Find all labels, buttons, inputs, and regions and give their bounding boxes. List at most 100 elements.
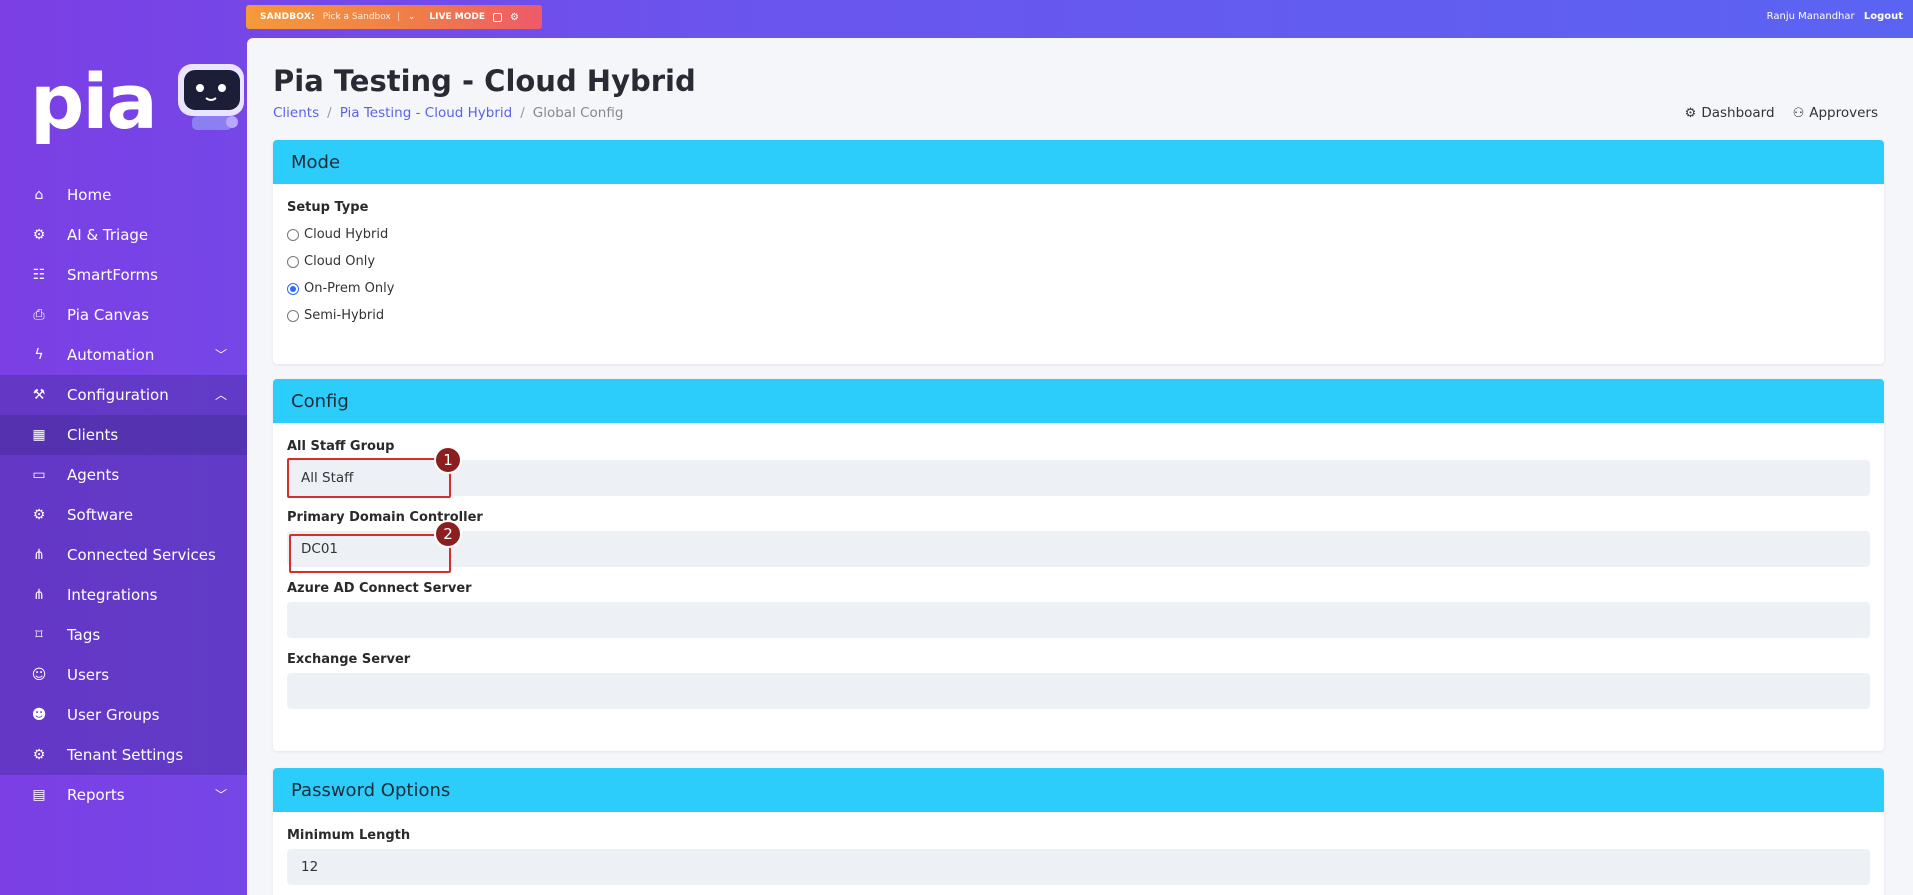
sidebar-item-label: Clients: [67, 426, 119, 444]
sidebar-item-label: Pia Canvas: [67, 306, 149, 324]
main-content: Pia Testing - Cloud Hybrid Clients / Pia T…: [247, 38, 1913, 895]
tenant-settings-icon: ⚙: [32, 747, 46, 763]
ai-triage-icon: ⚙: [32, 227, 46, 243]
top-bar: SANDBOX: Pick a Sandbox | ⌄ LIVE MODE ⚙ …: [0, 0, 1913, 38]
all-staff-group-input[interactable]: All Staff: [287, 460, 1870, 496]
sidebar-item-label: User Groups: [67, 706, 160, 724]
monitor-icon: ▭: [32, 467, 46, 483]
sidebar-item-label: Home: [67, 186, 112, 204]
sidebar-item-tags[interactable]: ⌑ Tags: [0, 615, 247, 655]
user-groups-icon: ☻: [31, 707, 47, 723]
dashboard-label: Dashboard: [1701, 105, 1775, 121]
approvers-label: Approvers: [1809, 105, 1878, 121]
radio-circle[interactable]: [287, 228, 299, 241]
azure-ad-connect-label: Azure AD Connect Server: [287, 581, 472, 596]
sidebar-item-label: SmartForms: [67, 266, 158, 284]
sidebar-item-home[interactable]: ⌂ Home: [0, 175, 247, 215]
radio-cloud-hybrid[interactable]: Cloud Hybrid: [287, 221, 1870, 248]
exchange-server-label: Exchange Server: [287, 652, 411, 667]
radio-label: Cloud Only: [304, 254, 376, 269]
integrations-icon: ⋔: [33, 587, 45, 603]
radio-label: Cloud Hybrid: [304, 227, 389, 242]
sidebar-item-label: Connected Services: [67, 546, 216, 564]
sandbox-bar: SANDBOX: Pick a Sandbox | ⌄ LIVE MODE ⚙: [246, 5, 542, 29]
mode-card-header: Mode: [273, 140, 1884, 184]
user-area: Ranju Manandhar Logout: [1767, 11, 1903, 22]
sidebar-item-pia-canvas[interactable]: ⎙ Pia Canvas: [0, 295, 247, 335]
tag-icon: ⌑: [35, 627, 43, 643]
smartforms-icon: ☷: [32, 267, 46, 283]
approvers-link[interactable]: ⚇ Approvers: [1793, 105, 1878, 121]
radio-cloud-only[interactable]: Cloud Only: [287, 248, 1870, 275]
logout-link[interactable]: Logout: [1864, 11, 1903, 22]
configuration-icon: ⚒: [32, 387, 46, 403]
sandbox-label: SANDBOX:: [260, 12, 315, 22]
sidebar-item-users[interactable]: ☺ Users: [0, 655, 247, 695]
sidebar-item-label: Configuration: [67, 386, 169, 404]
sidebar-item-configuration[interactable]: ⚒ Configuration ︿: [0, 375, 247, 415]
sidebar-item-connected-services[interactable]: ⋔ Connected Services: [0, 535, 247, 575]
sandbox-window-icon[interactable]: [492, 12, 502, 22]
sidebar-item-label: Integrations: [67, 586, 158, 604]
gear-icon[interactable]: ⚙: [510, 12, 519, 23]
radio-circle-selected[interactable]: [287, 282, 299, 295]
sidebar: pia ⌂ Home ⚙ AI & Triage ☷ SmartForms ⎙ …: [0, 0, 247, 895]
radio-circle[interactable]: [287, 309, 299, 322]
approvers-icon: ⚇: [1792, 106, 1805, 121]
canvas-icon: ⎙: [33, 307, 45, 323]
gear-icon: ⚙: [1684, 106, 1697, 121]
sidebar-item-label: Users: [67, 666, 110, 684]
chevron-down-icon: ﹀: [214, 348, 227, 362]
radio-on-prem-only[interactable]: On-Prem Only: [287, 275, 1870, 302]
minimum-length-label: Minimum Length: [287, 828, 411, 843]
radio-circle[interactable]: [287, 255, 299, 268]
sidebar-item-label: Reports: [67, 786, 125, 804]
breadcrumb-client[interactable]: Pia Testing - Cloud Hybrid: [340, 105, 513, 121]
minimum-length-input[interactable]: 12: [287, 849, 1870, 885]
primary-domain-controller-input[interactable]: DC01: [287, 531, 1870, 567]
software-icon: ⚙: [32, 507, 46, 523]
sidebar-item-smartforms[interactable]: ☷ SmartForms: [0, 255, 247, 295]
reports-icon: ▤: [32, 787, 46, 803]
config-card: Config All Staff Group All Staff Primary…: [273, 379, 1884, 751]
sidebar-item-user-groups[interactable]: ☻ User Groups: [0, 695, 247, 735]
annotation-box-1: [287, 458, 451, 498]
azure-ad-connect-input[interactable]: [287, 602, 1870, 638]
page-actions: ⚙ Dashboard ⚇ Approvers: [1685, 105, 1878, 121]
sidebar-item-tenant-settings[interactable]: ⚙ Tenant Settings: [0, 735, 247, 775]
annotation-box-2: [289, 534, 451, 573]
breadcrumb: Clients / Pia Testing - Cloud Hybrid / Globa…: [273, 105, 624, 121]
sidebar-item-agents[interactable]: ▭ Agents: [0, 455, 247, 495]
exchange-server-input[interactable]: [287, 673, 1870, 709]
sidebar-item-label: Software: [67, 506, 134, 524]
primary-domain-controller-label: Primary Domain Controller: [287, 510, 483, 525]
annotation-badge-1: 1: [434, 446, 462, 474]
setup-type-label: Setup Type: [287, 200, 369, 215]
sandbox-picker[interactable]: Pick a Sandbox: [323, 12, 391, 22]
sidebar-item-ai-triage[interactable]: ⚙ AI & Triage: [0, 215, 247, 255]
user-name: Ranju Manandhar: [1766, 11, 1855, 22]
sidebar-item-label: Tags: [67, 626, 101, 644]
sidebar-item-label: AI & Triage: [67, 226, 149, 244]
annotation-badge-2: 2: [434, 520, 462, 548]
sidebar-item-integrations[interactable]: ⋔ Integrations: [0, 575, 247, 615]
live-mode-label: LIVE MODE: [429, 12, 485, 22]
clients-icon: ▦: [32, 427, 46, 443]
radio-label: On-Prem Only: [304, 281, 395, 296]
dashboard-link[interactable]: ⚙ Dashboard: [1685, 105, 1775, 121]
bolt-icon: ϟ: [34, 347, 44, 363]
chevron-down-icon[interactable]: ⌄: [408, 12, 416, 22]
sidebar-item-clients[interactable]: ▦ Clients: [0, 415, 247, 455]
sandbox-separator: |: [396, 12, 400, 22]
password-card-header: Password Options: [273, 768, 1884, 812]
sidebar-item-reports[interactable]: ▤ Reports ﹀: [0, 775, 247, 815]
mode-card: Mode Setup Type Cloud Hybrid Cloud Only …: [273, 140, 1884, 364]
sidebar-item-software[interactable]: ⚙ Software: [0, 495, 247, 535]
breadcrumb-current: Global Config: [532, 105, 624, 121]
sidebar-item-label: Automation: [67, 346, 155, 364]
breadcrumb-clients[interactable]: Clients: [273, 105, 319, 121]
radio-semi-hybrid[interactable]: Semi-Hybrid: [287, 302, 1870, 329]
sidebar-nav: ⌂ Home ⚙ AI & Triage ☷ SmartForms ⎙ Pia …: [0, 175, 247, 815]
pia-logo[interactable]: pia: [30, 64, 158, 140]
sidebar-item-automation[interactable]: ϟ Automation ﹀: [0, 335, 247, 375]
